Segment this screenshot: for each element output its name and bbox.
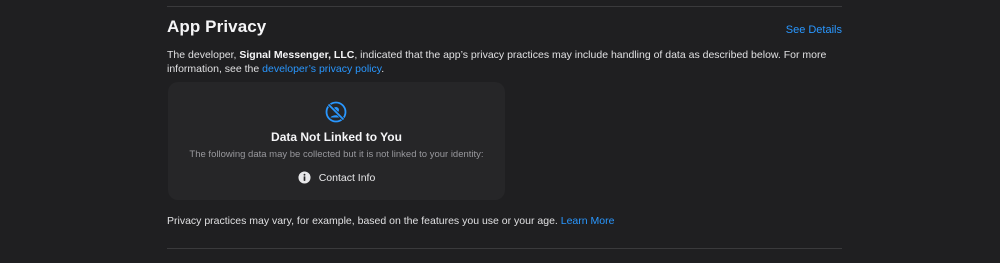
data-category-label: Contact Info (318, 171, 376, 184)
developer-name: Signal Messenger, LLC (239, 49, 355, 61)
privacy-policy-link[interactable]: developer’s privacy policy (262, 63, 381, 75)
privacy-card: Data Not Linked to You The following dat… (168, 82, 505, 200)
footer-text: Privacy practices may vary, for example,… (167, 215, 561, 227)
data-not-linked-icon (325, 101, 347, 123)
card-title: Data Not Linked to You (271, 130, 402, 144)
description-prefix: The developer, (167, 49, 240, 61)
privacy-description: The developer, Signal Messenger, LLC, in… (167, 48, 847, 76)
data-category-item: Contact Info (168, 171, 505, 184)
card-subtitle: The following data may be collected but … (189, 149, 484, 160)
app-privacy-section: App Privacy See Details The developer, S… (0, 0, 1000, 263)
privacy-footer-note: Privacy practices may vary, for example,… (167, 215, 614, 227)
description-suffix: . (381, 63, 385, 75)
info-icon (298, 171, 311, 184)
learn-more-link[interactable]: Learn More (561, 215, 615, 227)
see-details-link[interactable]: See Details (786, 24, 842, 36)
section-title: App Privacy (167, 17, 267, 36)
bottom-divider (167, 248, 842, 249)
top-divider (167, 6, 842, 7)
